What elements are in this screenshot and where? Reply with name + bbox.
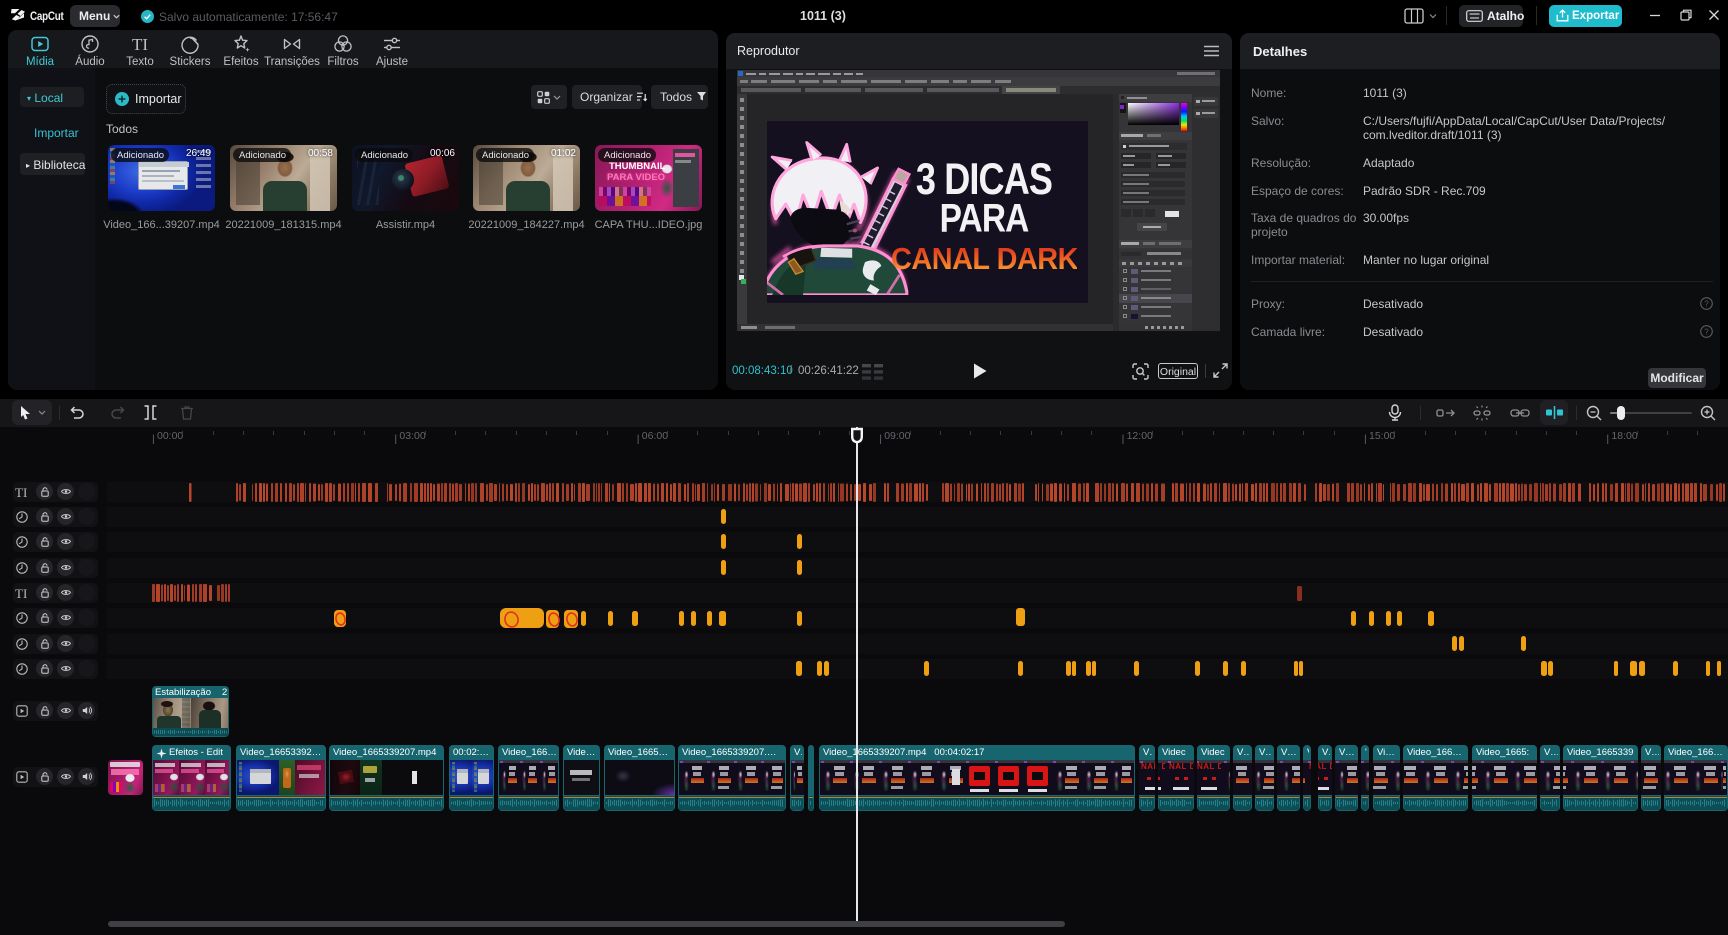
svg-text:TI: TI xyxy=(132,35,148,54)
svg-text:?: ? xyxy=(1704,327,1709,336)
svg-text:?: ? xyxy=(1704,299,1709,308)
